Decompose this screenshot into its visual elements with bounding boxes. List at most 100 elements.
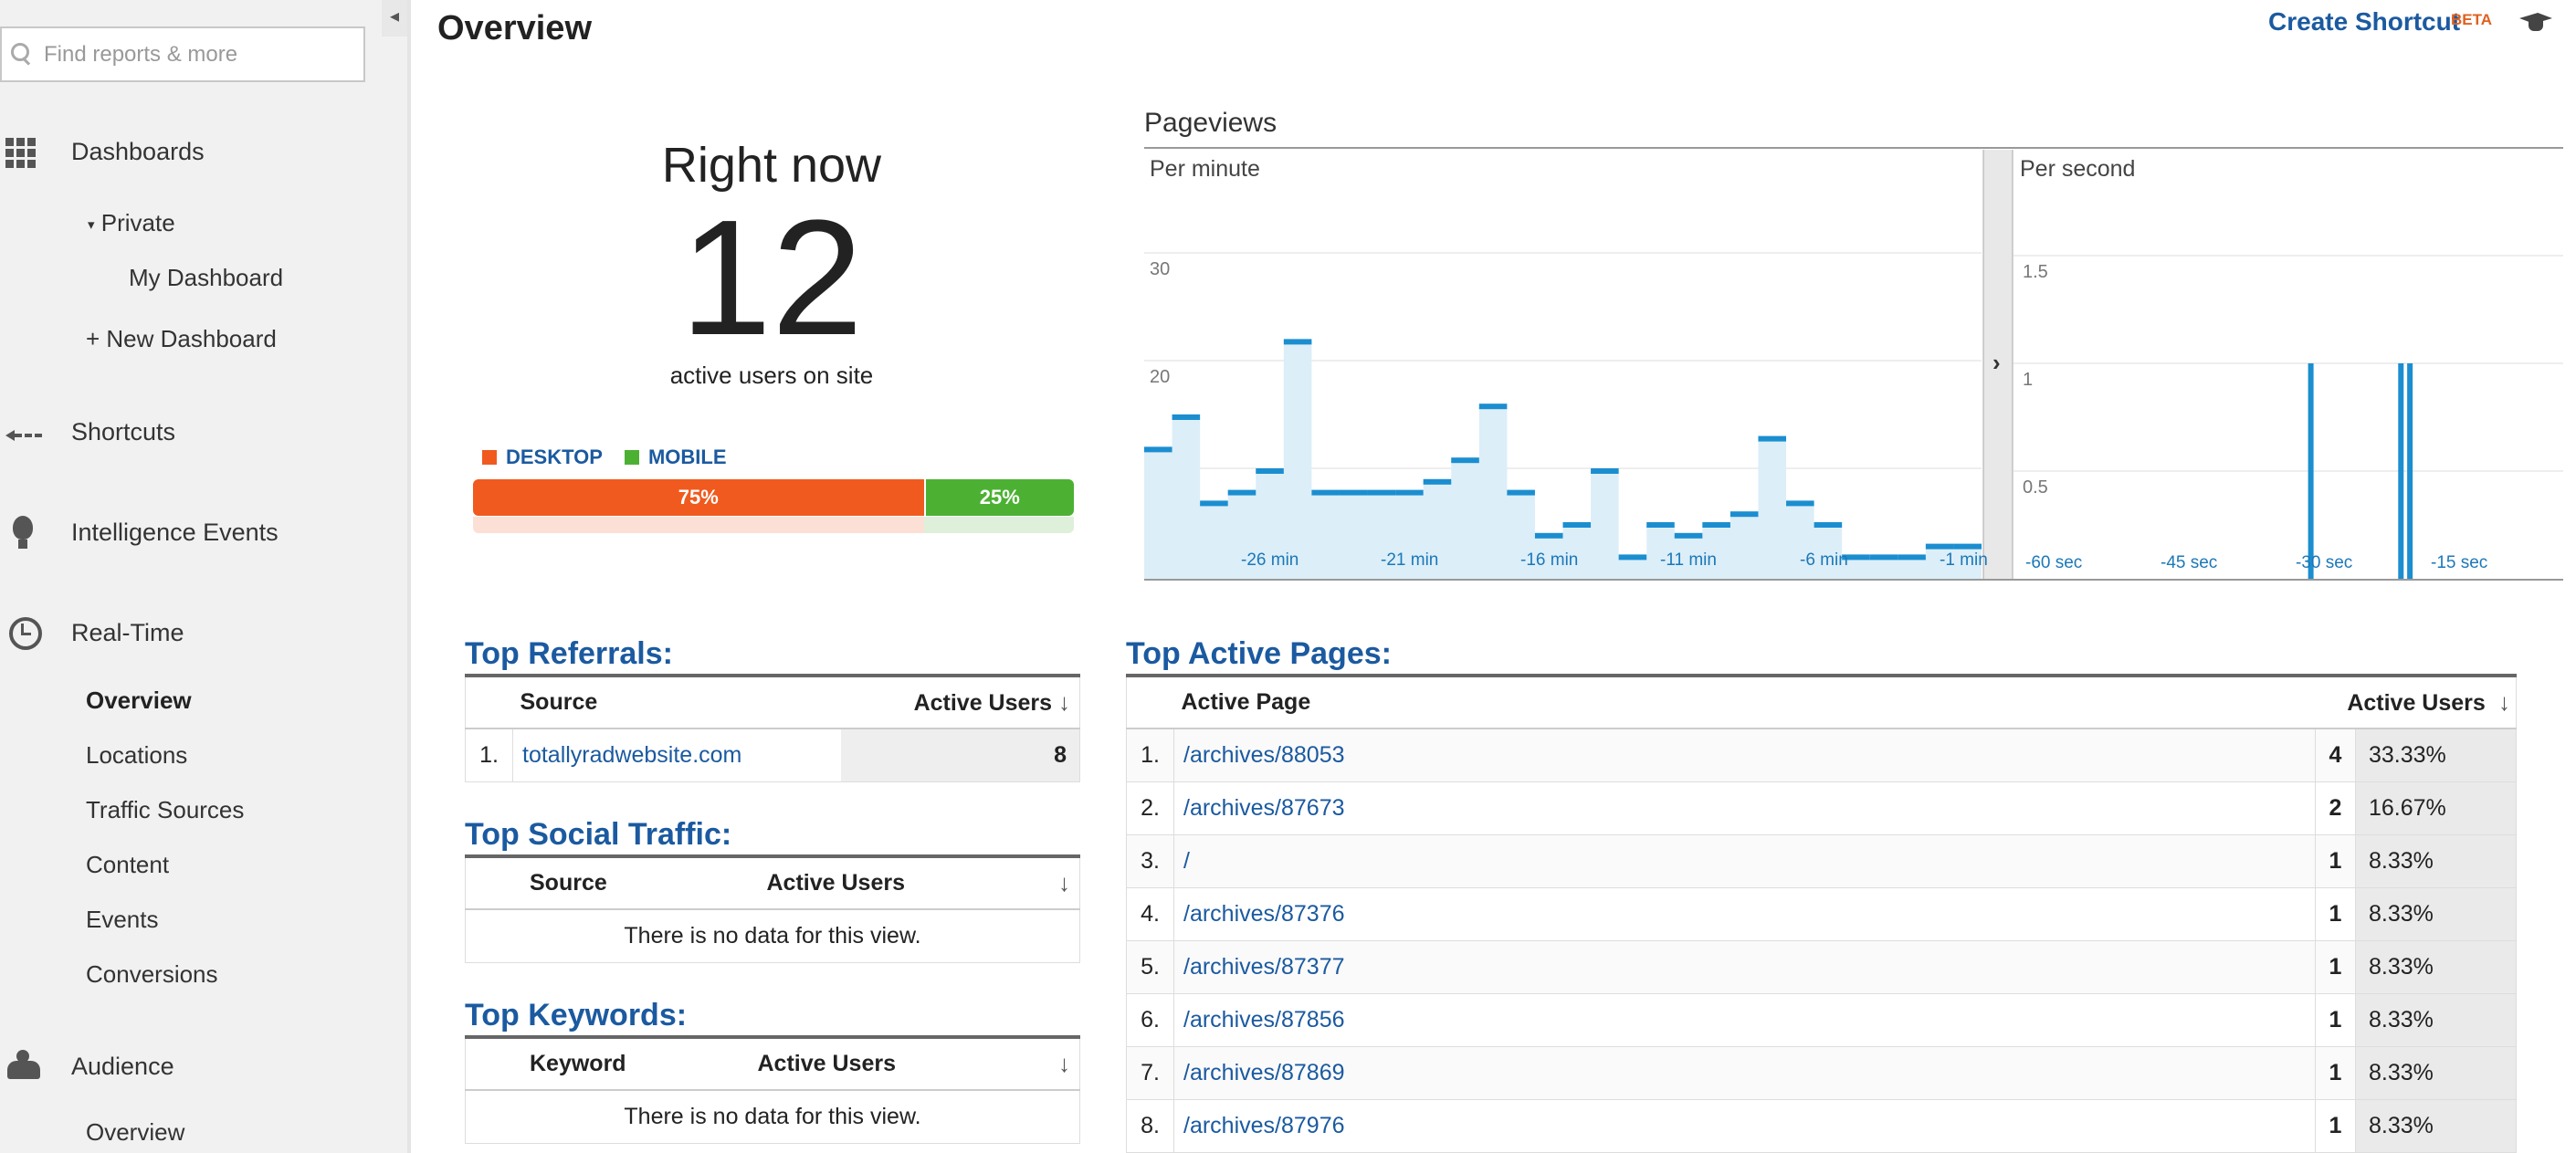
nav-realtime-locations[interactable]: Locations bbox=[86, 741, 187, 770]
active-page-link[interactable]: /archives/87856 bbox=[1173, 993, 2316, 1047]
graduation-cap-icon[interactable] bbox=[2518, 7, 2554, 35]
mobile-swatch bbox=[624, 450, 639, 465]
minute-bar bbox=[1423, 478, 1452, 485]
active-users-header[interactable]: Active Users ↓ bbox=[841, 674, 1081, 729]
x-tick-label: -15 sec bbox=[2431, 553, 2487, 572]
nav-intelligence[interactable]: Intelligence Events bbox=[0, 514, 279, 550]
search-icon bbox=[9, 41, 37, 68]
minute-bar bbox=[1786, 500, 1814, 507]
top-social-title: Top Social Traffic: bbox=[465, 817, 732, 852]
sort-down-icon: ↓ bbox=[1058, 1050, 1070, 1077]
sort-down-icon: ↓ bbox=[1058, 869, 1070, 896]
table-row: 3./1 8.33% bbox=[1126, 834, 2517, 888]
minute-bar bbox=[1172, 414, 1201, 420]
desktop-segment: 75% bbox=[473, 479, 924, 516]
table-header: Source Active Users ↓ bbox=[465, 674, 1081, 729]
nav-realtime[interactable]: Real-Time bbox=[0, 614, 184, 651]
row-index: 3. bbox=[1126, 834, 1174, 888]
referral-source-link[interactable]: totallyradwebsite.com bbox=[512, 728, 842, 782]
sort-header[interactable]: ↓ bbox=[1040, 1035, 1080, 1091]
nav-realtime-overview[interactable]: Overview bbox=[86, 687, 192, 715]
nav-realtime-traffic-sources[interactable]: Traffic Sources bbox=[86, 796, 244, 824]
create-shortcut-link[interactable]: Create Shortcut bbox=[2268, 7, 2460, 37]
search-input[interactable] bbox=[44, 41, 354, 68]
page-active-users: 1 bbox=[2315, 1099, 2356, 1153]
minute-bar bbox=[1702, 522, 1730, 528]
active-page-link[interactable]: /archives/87376 bbox=[1173, 887, 2316, 941]
sort-header[interactable]: ↓ bbox=[1042, 854, 1081, 910]
minute-bar bbox=[1200, 500, 1228, 507]
active-page-link[interactable]: / bbox=[1173, 834, 2316, 888]
nav-audience[interactable]: Audience bbox=[0, 1048, 174, 1085]
page-active-users: 1 bbox=[2315, 993, 2356, 1047]
desktop-reflection bbox=[473, 517, 924, 533]
page-active-percent: 16.67% bbox=[2355, 781, 2517, 835]
page-active-users: 1 bbox=[2315, 1046, 2356, 1100]
chevron-right-icon[interactable]: › bbox=[1992, 349, 2001, 376]
active-page-link[interactable]: /archives/88053 bbox=[1173, 728, 2316, 782]
nav-audience-overview[interactable]: Overview bbox=[86, 1118, 184, 1147]
active-page-link[interactable]: /archives/87377 bbox=[1173, 940, 2316, 994]
active-users-header[interactable]: Active Users ↓ bbox=[2315, 674, 2517, 729]
y-tick-label: 20 bbox=[1150, 367, 1170, 387]
minute-bar bbox=[1395, 489, 1424, 496]
arrow-left-icon bbox=[5, 414, 42, 450]
top-referrals-title: Top Referrals: bbox=[465, 636, 673, 671]
collapse-sidebar-button[interactable]: ◂ bbox=[382, 0, 407, 37]
active-users-header-label: Active Users bbox=[913, 690, 1053, 716]
table-header: Keyword Active Users ↓ bbox=[465, 1035, 1080, 1091]
minute-bar bbox=[1283, 339, 1312, 345]
y-tick-label: 1 bbox=[2023, 370, 2033, 390]
active-page-header[interactable]: Active Page bbox=[1173, 674, 2316, 729]
page-title: Overview bbox=[437, 9, 592, 47]
page-active-percent: 33.33% bbox=[2355, 728, 2517, 782]
active-users-count: 12 bbox=[679, 186, 864, 370]
active-users-header[interactable]: Active Users bbox=[720, 1035, 1041, 1091]
active-users-header[interactable]: Active Users bbox=[720, 854, 1043, 910]
search-box[interactable] bbox=[0, 26, 365, 82]
minute-bar bbox=[1256, 468, 1284, 474]
nav-realtime-label: Real-Time bbox=[71, 618, 184, 646]
row-index: 1. bbox=[465, 728, 513, 782]
row-index: 6. bbox=[1126, 993, 1174, 1047]
active-users-caption: active users on site bbox=[669, 362, 874, 389]
nav-realtime-events[interactable]: Events bbox=[86, 906, 159, 934]
nav-realtime-conversions[interactable]: Conversions bbox=[86, 960, 218, 989]
grid-icon bbox=[5, 133, 42, 170]
device-bar-reflection bbox=[473, 517, 1074, 533]
minute-bar bbox=[1227, 489, 1256, 496]
legend-mobile-label: MOBILE bbox=[647, 445, 727, 468]
active-page-link[interactable]: /archives/87869 bbox=[1173, 1046, 2316, 1100]
keyword-header[interactable]: Keyword bbox=[465, 1035, 721, 1091]
source-header[interactable]: Source bbox=[465, 854, 721, 910]
active-page-link[interactable]: /archives/87976 bbox=[1173, 1099, 2316, 1153]
x-tick-label: -60 sec bbox=[2025, 553, 2082, 572]
nav-my-dashboard[interactable]: My Dashboard bbox=[129, 264, 283, 292]
nav-private[interactable]: ▾ Private bbox=[88, 209, 175, 237]
page-active-users: 4 bbox=[2315, 728, 2356, 782]
empty-message: There is no data for this view. bbox=[465, 908, 1080, 963]
second-bar bbox=[2398, 363, 2404, 579]
source-header[interactable]: Source bbox=[512, 674, 842, 729]
nav-dashboards[interactable]: Dashboards bbox=[0, 133, 205, 170]
minute-bar bbox=[1562, 522, 1592, 528]
table-row: 1. totallyradwebsite.com 8 bbox=[465, 728, 1081, 782]
table-row: 4./archives/87376 1 8.33% bbox=[1126, 887, 2517, 941]
keywords-table: Keyword Active Users ↓ There is no data … bbox=[465, 1035, 1080, 1144]
page-active-users: 1 bbox=[2315, 940, 2356, 994]
new-dashboard-link[interactable]: + New Dashboard bbox=[86, 325, 277, 353]
active-page-link[interactable]: /archives/87673 bbox=[1173, 781, 2316, 835]
minute-bar bbox=[1814, 522, 1843, 528]
nav-shortcuts[interactable]: Shortcuts bbox=[0, 414, 175, 450]
minute-bar bbox=[1618, 554, 1647, 561]
bulb-icon bbox=[5, 514, 42, 550]
nav-realtime-content[interactable]: Content bbox=[86, 851, 169, 879]
y-tick-label: 1.5 bbox=[2023, 262, 2048, 282]
row-index: 7. bbox=[1126, 1046, 1174, 1100]
clock-icon bbox=[5, 614, 42, 651]
index-header bbox=[1126, 674, 1174, 729]
pageviews-chart: › Per minute Per second 302010 -26 min-2… bbox=[1144, 147, 2563, 581]
page-active-users: 2 bbox=[2315, 781, 2356, 835]
table-header: Active Page Active Users ↓ bbox=[1126, 674, 2517, 729]
page-active-users: 1 bbox=[2315, 887, 2356, 941]
